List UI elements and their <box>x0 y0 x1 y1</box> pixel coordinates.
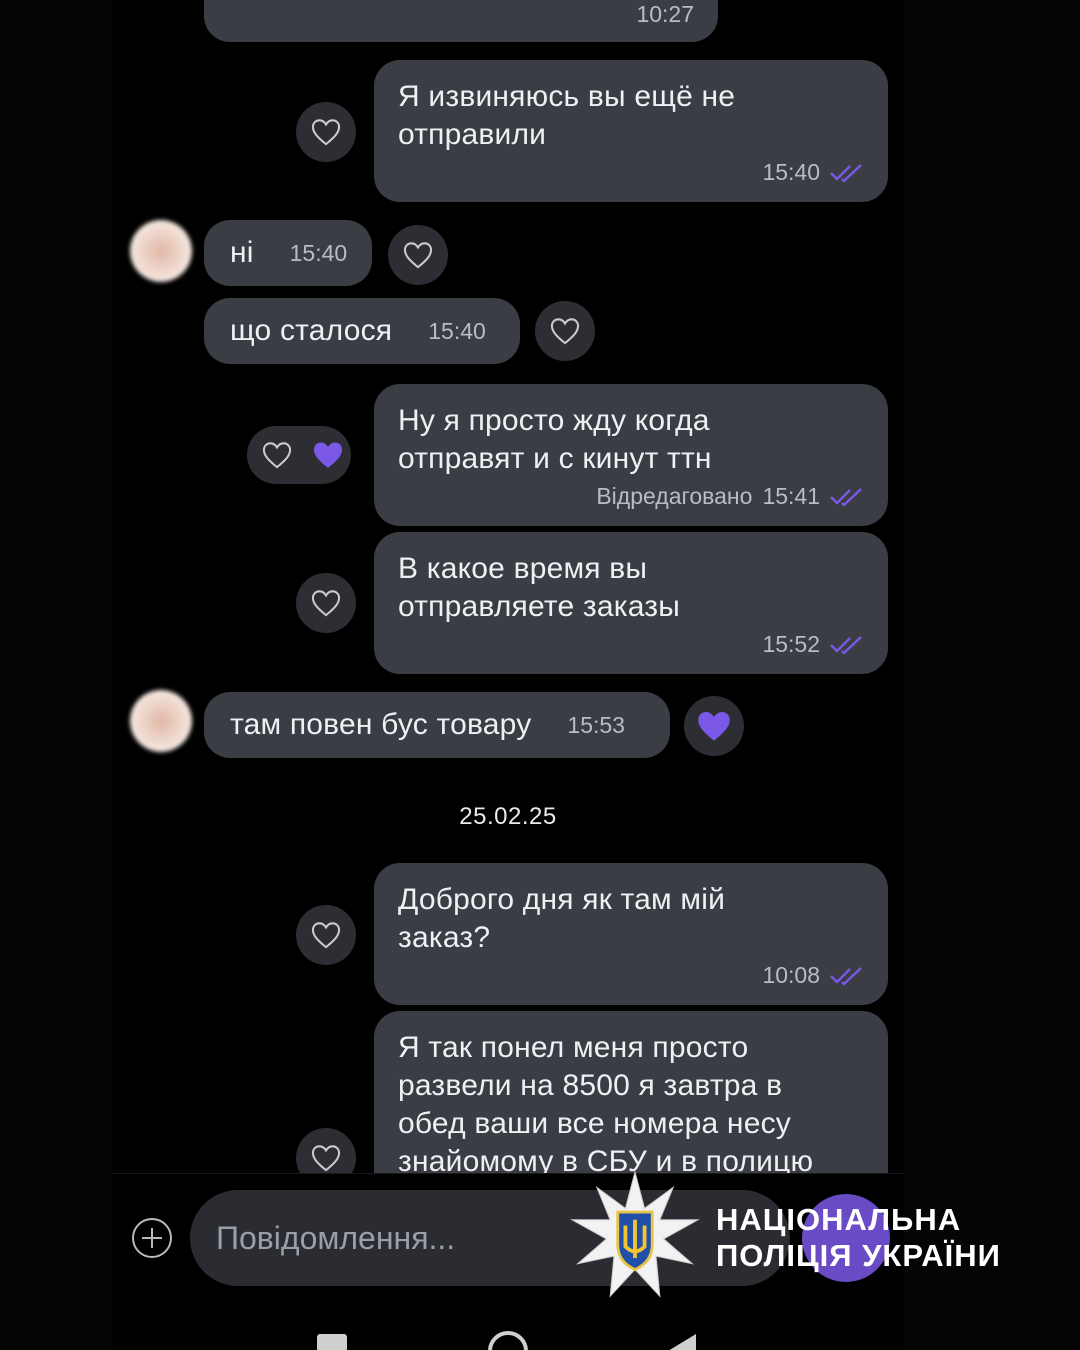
message-time: 15:40 <box>289 239 348 266</box>
message-time: 15:41 <box>762 483 820 509</box>
message-bubble-incoming[interactable]: ні 15:40 <box>204 220 372 286</box>
message-bubble-incoming[interactable]: там повен бус товару 15:53 <box>204 692 670 758</box>
reaction-pill[interactable] <box>247 426 351 484</box>
like-button[interactable] <box>296 905 356 965</box>
message-bubble-incoming[interactable]: 10:27 <box>204 0 718 42</box>
double-check-icon <box>830 966 862 986</box>
double-check-icon <box>830 635 862 655</box>
message-time: 15:40 <box>428 317 486 344</box>
message-input-placeholder: Повідомлення... <box>216 1219 456 1256</box>
message-bubble-outgoing[interactable]: Ну я просто жду когда отправят и с кинут… <box>374 384 888 526</box>
message-text: ні <box>230 236 254 269</box>
double-check-icon <box>830 163 862 183</box>
watermark-line-2: ПОЛІЦІЯ УКРАЇНИ <box>716 1238 1001 1273</box>
like-button[interactable] <box>296 102 356 162</box>
chat-screen: 10:27 Я извиняюсь вы ещё не отправили 15… <box>112 0 904 1350</box>
message-text: Я так понел меня просто развели на 8500 … <box>398 1031 814 1178</box>
message-time: 10:27 <box>636 1 694 27</box>
watermark-line-1: НАЦІОНАЛЬНА <box>716 1202 962 1237</box>
like-button[interactable] <box>535 301 595 361</box>
like-button[interactable] <box>388 225 448 285</box>
plus-circle-icon[interactable] <box>132 1218 172 1258</box>
message-text: там повен бус товару <box>230 708 532 741</box>
message-time: 15:40 <box>762 159 820 185</box>
message-text: В какое время вы отправляете заказы <box>398 552 680 623</box>
liked-heart-icon <box>698 711 730 741</box>
heart-icon <box>403 242 433 269</box>
heart-icon <box>311 922 341 949</box>
like-button[interactable] <box>296 573 356 633</box>
message-text: Ну я просто жду когда отправят и с кинут… <box>398 404 712 475</box>
avatar[interactable] <box>130 690 192 752</box>
message-time: 10:08 <box>762 962 820 988</box>
home-button[interactable] <box>488 1331 528 1350</box>
message-text: Доброго дня як там мій заказ? <box>398 883 726 954</box>
message-bubble-outgoing[interactable]: В какое время вы отправляете заказы 15:5… <box>374 532 888 674</box>
message-bubble-incoming[interactable]: що сталося 15:40 <box>204 298 520 364</box>
message-text: що сталося <box>230 314 393 347</box>
like-button[interactable] <box>684 696 744 756</box>
edited-label: Відредаговано <box>596 483 753 509</box>
message-bubble-outgoing[interactable]: Я извиняюсь вы ещё не отправили 15:40 <box>374 60 888 202</box>
double-check-icon <box>830 487 862 507</box>
heart-icon <box>262 442 292 469</box>
back-button[interactable] <box>668 1334 696 1350</box>
recents-button[interactable] <box>317 1334 347 1350</box>
message-time: 15:52 <box>762 631 820 657</box>
heart-icon <box>311 119 341 146</box>
avatar[interactable] <box>130 220 192 282</box>
police-star-emblem <box>569 1170 701 1298</box>
date-separator: 25.02.25 <box>459 803 557 830</box>
message-time: 15:53 <box>567 711 625 738</box>
system-navigation-bar <box>112 1331 904 1350</box>
message-text: Я извиняюсь вы ещё не отправили <box>398 80 736 151</box>
heart-icon <box>550 318 580 345</box>
police-watermark: НАЦІОНАЛЬНА ПОЛІЦІЯ УКРАЇНИ <box>568 1170 1038 1310</box>
heart-icon <box>311 590 341 617</box>
message-bubble-outgoing[interactable]: Доброго дня як там мій заказ? 10:08 <box>374 863 888 1005</box>
heart-icon <box>311 1145 341 1172</box>
liked-heart-icon <box>314 442 342 468</box>
